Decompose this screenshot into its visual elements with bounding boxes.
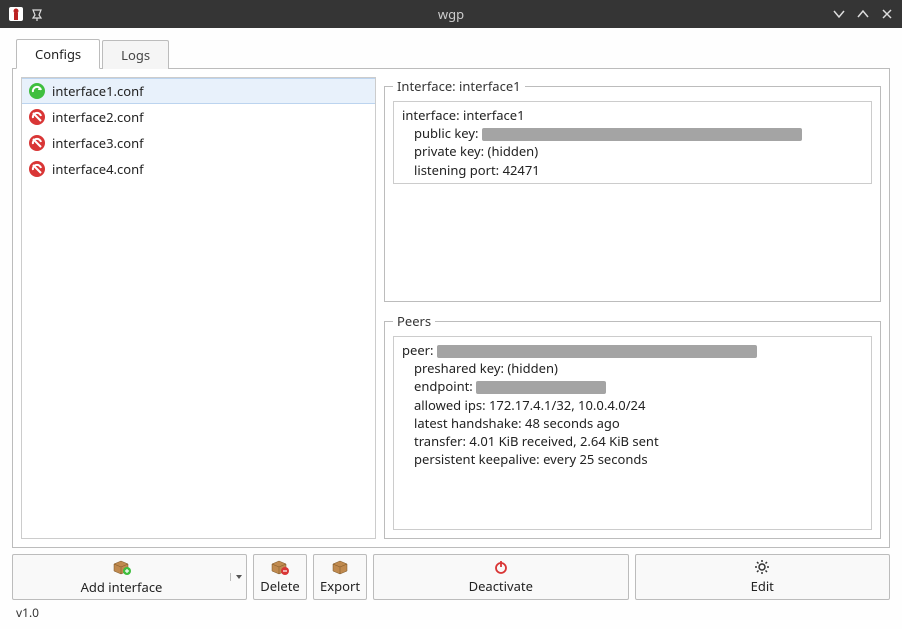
redacted-peer-key <box>437 345 757 358</box>
peers-group: Peers peer: preshared key: (hidden) endp… <box>384 312 881 539</box>
button-label: Add interface <box>81 578 163 596</box>
main-panel: interface1.conf interface2.conf interfac… <box>12 68 890 548</box>
status-inactive-icon <box>28 134 46 152</box>
config-item[interactable]: interface3.conf <box>22 130 375 156</box>
deactivate-button[interactable]: Deactivate <box>373 554 629 600</box>
tab-logs[interactable]: Logs <box>102 40 169 69</box>
button-label: Deactivate <box>469 577 533 595</box>
label: endpoint: <box>414 377 473 395</box>
label: interface: <box>402 106 460 124</box>
config-item-label: interface3.conf <box>52 134 144 152</box>
status-active-icon <box>28 82 46 100</box>
box-export-icon <box>331 559 349 575</box>
label: private key: <box>414 142 484 160</box>
value: interface1 <box>463 106 525 124</box>
config-list[interactable]: interface1.conf interface2.conf interfac… <box>21 77 376 539</box>
interface-group-title: Interface: interface1 <box>393 77 525 95</box>
interface-group: Interface: interface1 interface: interfa… <box>384 77 881 302</box>
tab-configs[interactable]: Configs <box>16 39 100 69</box>
config-item[interactable]: interface4.conf <box>22 156 375 182</box>
tabs: Configs Logs <box>12 38 890 68</box>
label: peer: <box>402 341 434 359</box>
label: transfer: <box>414 432 466 450</box>
titlebar: wgp <box>0 0 902 28</box>
button-row: Add interface Delete Export <box>12 554 890 600</box>
config-item-label: interface2.conf <box>52 108 144 126</box>
label: allowed ips: <box>414 396 486 414</box>
config-item[interactable]: interface2.conf <box>22 104 375 130</box>
label: preshared key: <box>414 359 504 377</box>
export-button[interactable]: Export <box>313 554 367 600</box>
dropdown-toggle[interactable] <box>230 573 246 581</box>
delete-button[interactable]: Delete <box>253 554 307 600</box>
config-item[interactable]: interface1.conf <box>22 78 375 104</box>
config-item-label: interface4.conf <box>52 160 144 178</box>
power-icon <box>493 559 509 575</box>
version-label: v1.0 <box>12 600 890 623</box>
button-label: Delete <box>260 577 300 595</box>
box-delete-icon <box>270 559 290 575</box>
label: public key: <box>414 124 478 142</box>
peers-group-title: Peers <box>393 312 435 330</box>
window-title: wgp <box>0 5 902 23</box>
status-inactive-icon <box>28 160 46 178</box>
peers-details: peer: preshared key: (hidden) endpoint: … <box>393 336 872 530</box>
label: latest handshake: <box>414 414 522 432</box>
interface-details: interface: interface1 public key: privat… <box>393 101 872 184</box>
value: (hidden) <box>488 142 539 160</box>
value: every 25 seconds <box>543 450 648 468</box>
label: persistent keepalive: <box>414 450 540 468</box>
value: 42471 <box>503 161 540 179</box>
button-label: Export <box>320 577 360 595</box>
config-item-label: interface1.conf <box>52 82 144 100</box>
add-interface-button[interactable]: Add interface <box>12 554 247 600</box>
value: (hidden) <box>507 359 558 377</box>
box-add-icon <box>112 558 132 576</box>
redacted-public-key <box>482 128 802 141</box>
value: 4.01 KiB received, 2.64 KiB sent <box>469 432 658 450</box>
status-inactive-icon <box>28 108 46 126</box>
button-label: Edit <box>751 577 774 595</box>
value: 48 seconds ago <box>525 414 620 432</box>
redacted-endpoint <box>476 381 606 394</box>
label: listening port: <box>414 161 499 179</box>
value: 172.17.4.1/32, 10.0.4.0/24 <box>489 396 645 414</box>
edit-button[interactable]: Edit <box>635 554 891 600</box>
gear-icon <box>754 559 770 575</box>
